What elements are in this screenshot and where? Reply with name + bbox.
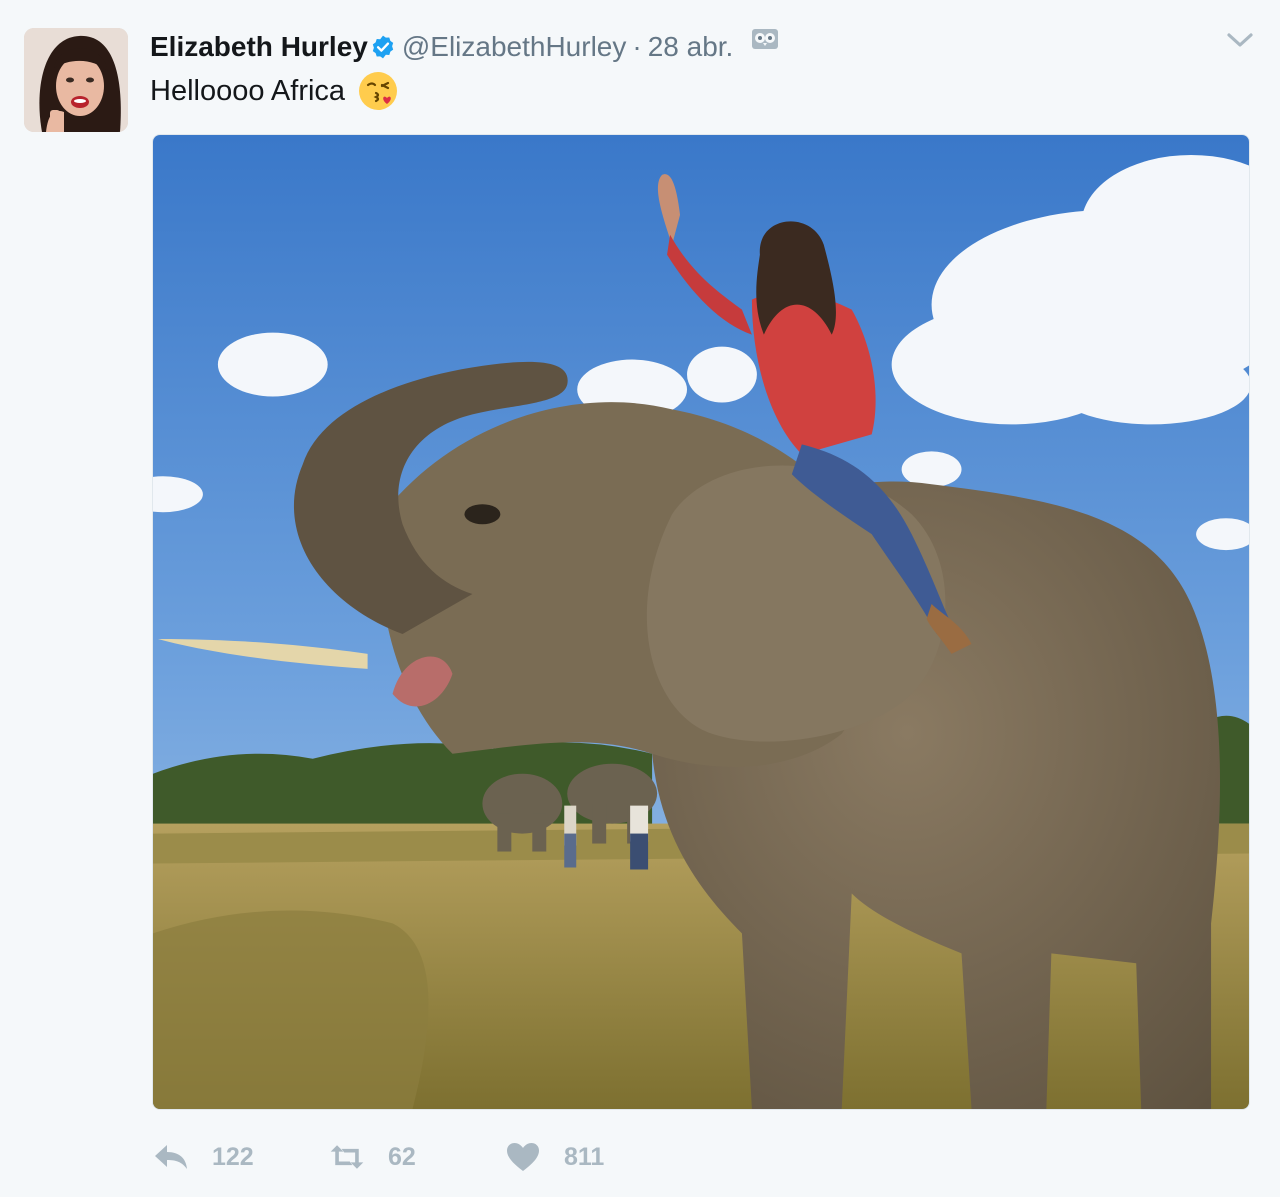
kissing-face-with-heart-emoji <box>359 72 398 110</box>
tweet-photo[interactable] <box>152 134 1250 1110</box>
reply-count: 122 <box>212 1142 254 1171</box>
owl-icon <box>752 29 779 49</box>
tweet-date[interactable]: 28 abr. <box>648 31 734 63</box>
avatar[interactable] <box>24 28 128 132</box>
retweet-icon <box>330 1145 364 1169</box>
chevron-down-icon[interactable] <box>1226 30 1254 50</box>
heart-icon <box>507 1143 539 1171</box>
retweet-button[interactable]: 62 <box>328 1141 504 1173</box>
tweet-text: Helloooo Africa <box>150 70 399 112</box>
verified-badge-icon <box>372 35 394 59</box>
reply-icon <box>155 1145 187 1169</box>
like-count: 811 <box>564 1142 605 1171</box>
tweet-header: Elizabeth Hurley @ElizabethHurley · 28 a… <box>150 27 779 67</box>
author-handle[interactable]: @ElizabethHurley <box>402 31 627 63</box>
tweet: Elizabeth Hurley @ElizabethHurley · 28 a… <box>0 0 1280 1197</box>
separator-dot: · <box>632 31 642 62</box>
author-name[interactable]: Elizabeth Hurley <box>150 31 368 63</box>
tweet-text-content: Helloooo Africa <box>150 74 346 107</box>
tweet-actions: 122 62 811 <box>152 1136 604 1178</box>
reply-button[interactable]: 122 <box>152 1141 328 1173</box>
like-button[interactable]: 811 <box>504 1141 604 1173</box>
retweet-count: 62 <box>388 1142 416 1171</box>
